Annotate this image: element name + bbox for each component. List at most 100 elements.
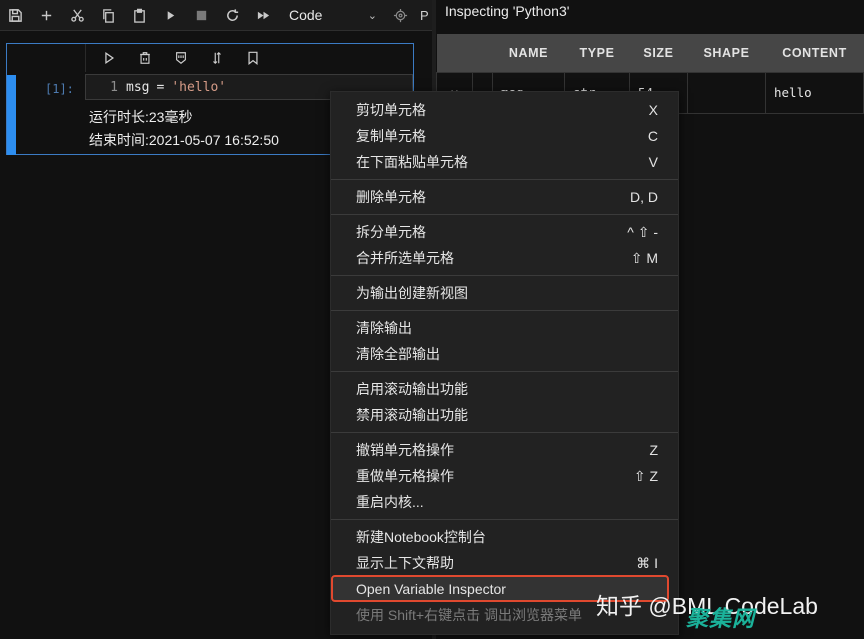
- paste-button[interactable]: [124, 0, 155, 30]
- menu-item[interactable]: 撤销单元格操作 Z: [331, 437, 678, 463]
- play-icon: [105, 52, 115, 64]
- copy-icon: [103, 8, 114, 23]
- menu-item-shortcut: ⇧ Z: [633, 467, 658, 484]
- run-button[interactable]: [155, 0, 186, 30]
- menu-item-shortcut: C: [647, 128, 658, 144]
- save-button[interactable]: [0, 0, 31, 30]
- menu-item[interactable]: 重做单元格操作 ⇧ Z: [331, 463, 678, 489]
- menu-separator: [331, 310, 678, 311]
- column-header-size[interactable]: SIZE: [629, 34, 688, 72]
- menu-item[interactable]: 为输出创建新视图: [331, 280, 678, 306]
- column-header-shape[interactable]: SHAPE: [687, 34, 766, 72]
- cut-button[interactable]: [62, 0, 93, 30]
- menu-item-label: 清除全部输出: [356, 346, 440, 362]
- trash-icon: [140, 52, 150, 64]
- menu-item[interactable]: 清除输出: [331, 315, 678, 341]
- menu-item[interactable]: 启用滚动输出功能: [331, 376, 678, 402]
- end-time: 结束时间:2021-05-07 16:52:50: [89, 132, 279, 148]
- menu-item-label: 新建Notebook控制台: [356, 529, 486, 545]
- menu-item-shortcut: Z: [649, 442, 658, 458]
- menu-item[interactable]: 剪切单元格 X: [331, 97, 678, 123]
- menu-item-label: 重做单元格操作: [356, 468, 454, 484]
- menu-item-label: 剪切单元格: [356, 102, 426, 118]
- menu-separator: [331, 214, 678, 215]
- menu-item-label: 撤销单元格操作: [356, 442, 454, 458]
- menu-item-shortcut: D, D: [630, 189, 658, 205]
- toolbar-overflow-label[interactable]: P: [420, 8, 429, 23]
- menu-item-label: 合并所选单元格: [356, 250, 454, 266]
- line-number: 1: [110, 79, 118, 95]
- menu-item[interactable]: 清除全部输出: [331, 341, 678, 367]
- run-cell-button[interactable]: [98, 47, 120, 69]
- menu-item-label: 清除输出: [356, 320, 412, 336]
- restart-button[interactable]: [217, 0, 248, 30]
- context-menu: 剪切单元格 X 复制单元格 C 在下面粘贴单元格 V 删除单元格 D, D 拆分单元格 ^ ⇧ -…: [330, 91, 679, 635]
- menu-item-label: 拆分单元格: [356, 224, 426, 240]
- insert-cell-button[interactable]: [31, 0, 62, 30]
- inspector-title: Inspecting 'Python3': [445, 3, 570, 19]
- column-header-type[interactable]: TYPE: [564, 34, 630, 72]
- stop-icon: [196, 10, 207, 20]
- code-operator: =: [156, 79, 165, 95]
- refresh-icon: [227, 8, 239, 21]
- save-icon: [9, 8, 22, 22]
- menu-item-label: 启用滚动输出功能: [356, 381, 468, 397]
- menu-item-label: 显示上下文帮助: [356, 555, 454, 571]
- cell-output: 运行时长:23毫秒 结束时间:2021-05-07 16:52:50: [89, 106, 279, 152]
- run-duration: 运行时长:23毫秒: [89, 109, 193, 125]
- copy-button[interactable]: [93, 0, 124, 30]
- bookmark-icon: [248, 51, 258, 65]
- markdown-cell-button[interactable]: [170, 47, 192, 69]
- column-header-name[interactable]: NAME: [492, 34, 565, 72]
- code-variable: msg: [126, 79, 150, 95]
- menu-item[interactable]: 新建Notebook控制台: [331, 524, 678, 550]
- menu-item-label: 复制单元格: [356, 128, 426, 144]
- bookmark-cell-button[interactable]: [242, 47, 264, 69]
- menu-item-label: Open Variable Inspector: [356, 581, 506, 597]
- cell-toolbar: [85, 44, 413, 72]
- split-icon: [213, 51, 221, 65]
- plus-icon: [41, 10, 52, 20]
- interrupt-button[interactable]: [186, 0, 217, 30]
- menu-item[interactable]: 显示上下文帮助 ⌘ I: [331, 550, 678, 576]
- split-cell-button[interactable]: [206, 47, 228, 69]
- menu-item-label: 使用 Shift+右键点击 调出浏览器菜单: [356, 607, 582, 623]
- menu-separator: [331, 432, 678, 433]
- column-header: [472, 34, 493, 72]
- menu-item-shortcut: ⇧ M: [630, 249, 658, 266]
- menu-item[interactable]: 禁用滚动输出功能: [331, 402, 678, 428]
- menu-item[interactable]: 复制单元格 C: [331, 123, 678, 149]
- cell-type-dropdown[interactable]: Code ⌄: [289, 0, 379, 30]
- cell-content: hello: [765, 71, 864, 114]
- table-header-row: NAME TYPE SIZE SHAPE CONTENT: [436, 34, 864, 72]
- menu-item-label: 禁用滚动输出功能: [356, 407, 468, 423]
- menu-separator: [331, 275, 678, 276]
- menu-item[interactable]: 拆分单元格 ^ ⇧ -: [331, 219, 678, 245]
- column-header: [436, 34, 473, 72]
- markdown-icon: [176, 52, 186, 64]
- menu-item-shortcut: V: [648, 154, 658, 170]
- menu-item[interactable]: 合并所选单元格 ⇧ M: [331, 245, 678, 271]
- crosshair-icon: [393, 8, 408, 22]
- menu-item[interactable]: 删除单元格 D, D: [331, 184, 678, 210]
- cell-collapser[interactable]: [7, 75, 16, 155]
- clipboard-icon: [134, 8, 145, 23]
- play-icon: [167, 10, 175, 20]
- menu-item-shortcut: ⌘ I: [636, 554, 658, 571]
- menu-item[interactable]: 在下面粘贴单元格 V: [331, 149, 678, 175]
- run-all-button[interactable]: [248, 0, 279, 30]
- menu-item-label: 重启内核...: [356, 494, 424, 510]
- menu-item-open-variable-inspector[interactable]: Open Variable Inspector: [331, 576, 678, 602]
- chevron-down-icon: ⌄: [367, 9, 377, 22]
- column-header-content[interactable]: CONTENT: [765, 34, 864, 72]
- delete-cell-button[interactable]: [134, 47, 156, 69]
- code-string: 'hello': [171, 79, 227, 95]
- menu-item-shortcut: X: [648, 102, 658, 118]
- menu-item-label: 在下面粘贴单元格: [356, 154, 468, 170]
- menu-item-label: 为输出创建新视图: [356, 285, 468, 301]
- fast-forward-icon: [257, 11, 270, 19]
- cell-prompt: [1]:: [45, 82, 74, 96]
- menu-separator: [331, 371, 678, 372]
- kernel-status-button[interactable]: [385, 0, 416, 30]
- menu-item[interactable]: 重启内核...: [331, 489, 678, 515]
